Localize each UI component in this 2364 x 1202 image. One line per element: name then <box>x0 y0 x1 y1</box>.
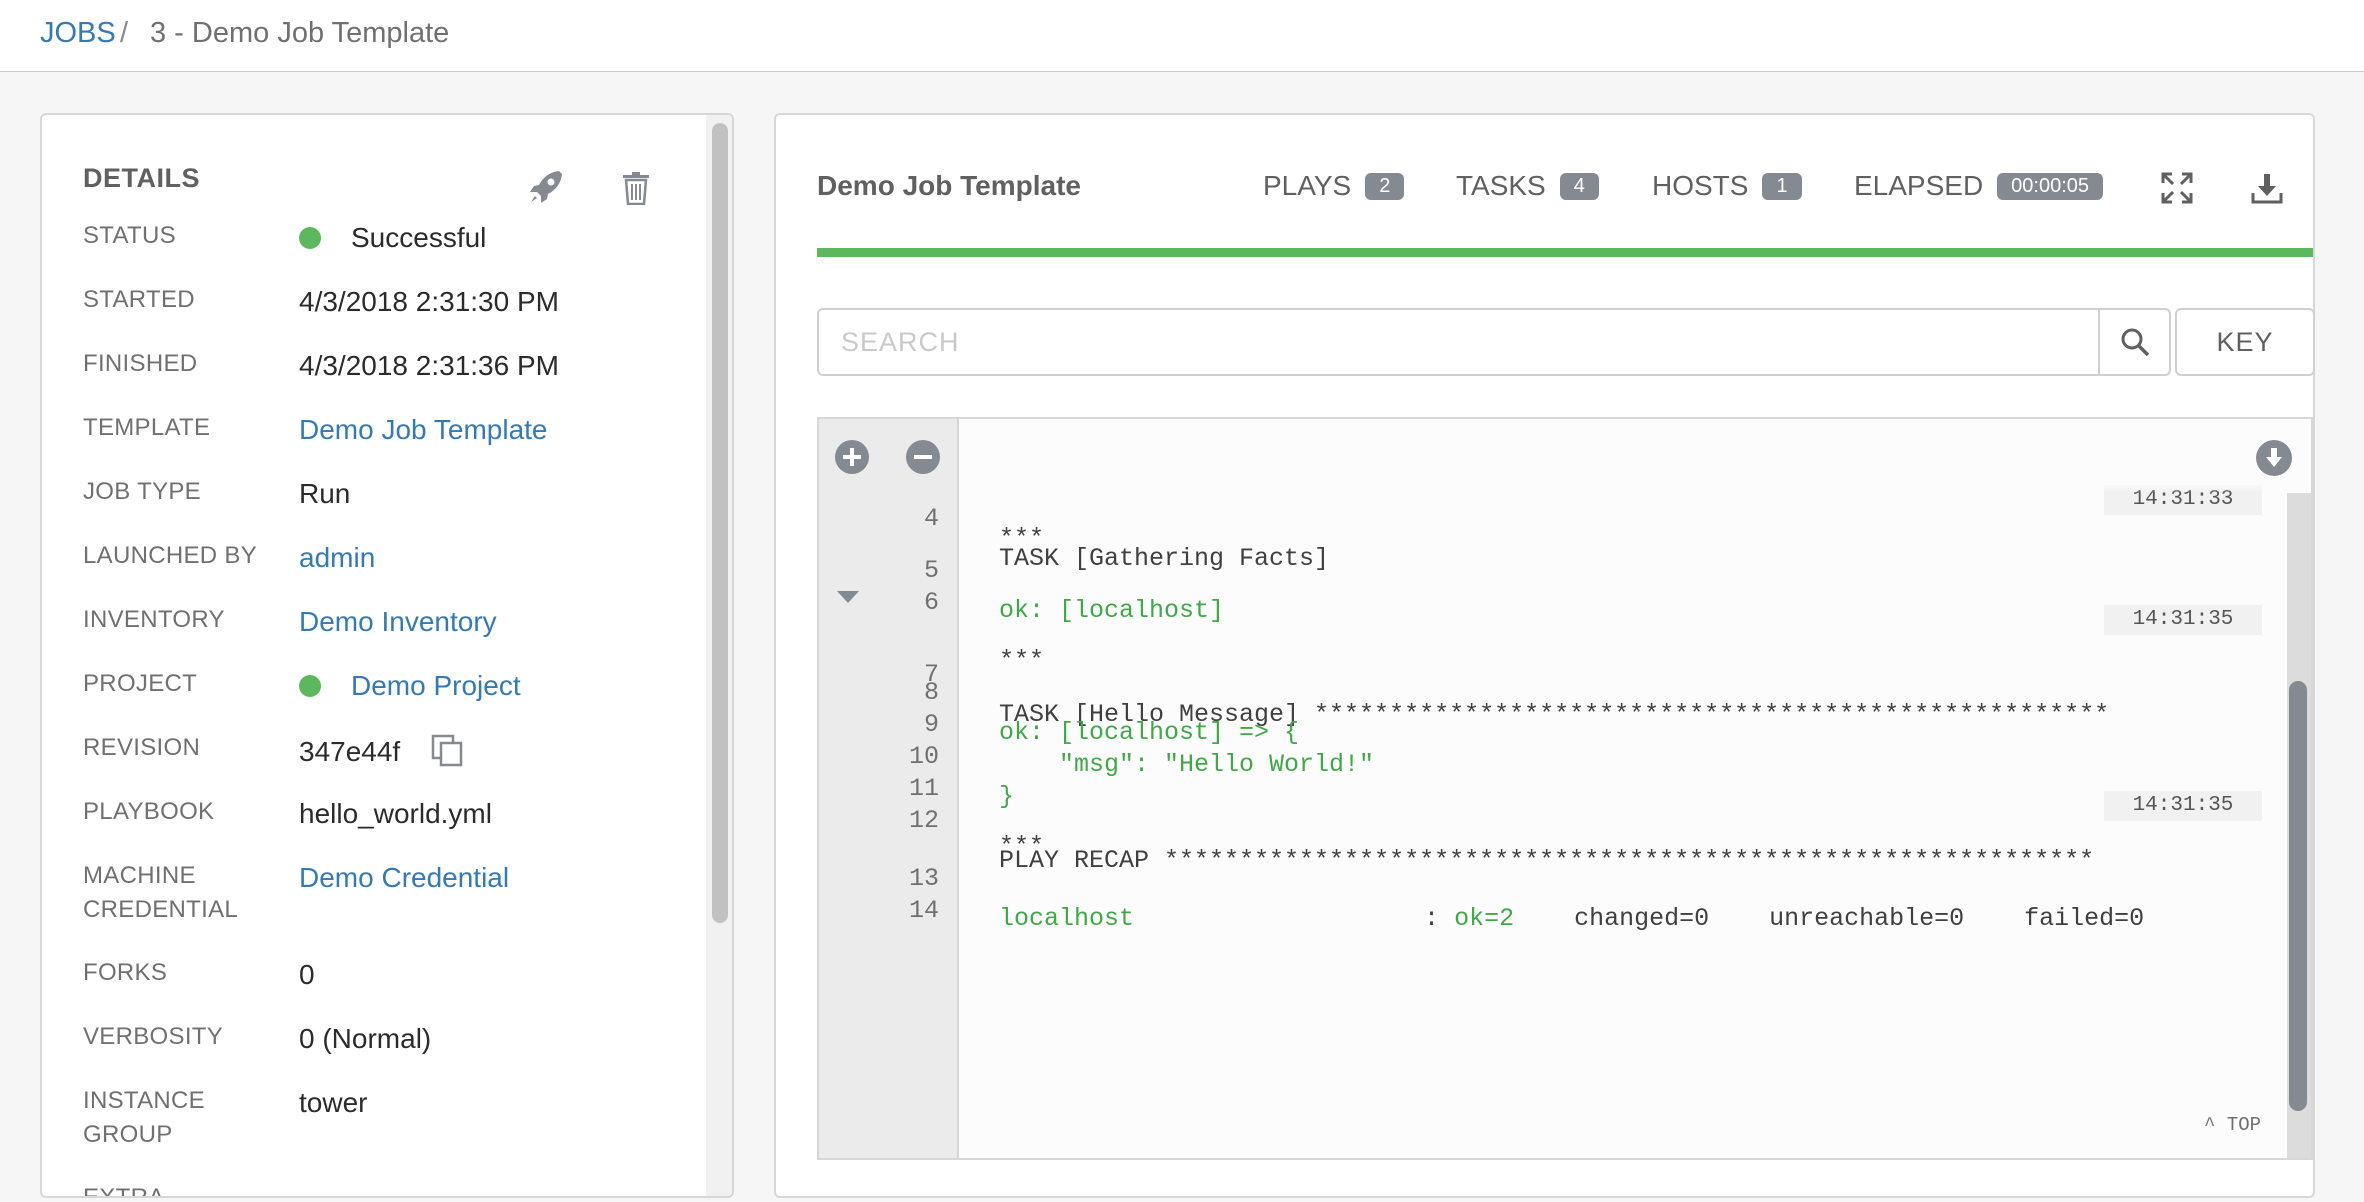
line-number: 14 <box>908 896 939 925</box>
status-text: Successful <box>351 222 487 253</box>
extra-variables-label: EXTRA VARIABLES <box>83 1184 164 1198</box>
job-output-log: 4 TASK [Gathering Facts] *** 14:31:33 5 … <box>817 417 2313 1160</box>
hosts-label: HOSTS <box>1652 170 1749 201</box>
template-label: TEMPLATE <box>83 414 211 441</box>
finished-label: FINISHED <box>83 350 198 377</box>
breadcrumb: JOBS / 3 - Demo Job Template <box>0 0 2364 72</box>
plays-stat: PLAYS 2 <box>1263 170 1405 202</box>
expand-all-icon[interactable] <box>835 440 869 474</box>
search-button[interactable] <box>2098 308 2171 376</box>
hosts-stat: HOSTS 1 <box>1652 170 1802 202</box>
scroll-to-top-link[interactable]: ^ TOP <box>2204 1114 2261 1136</box>
breadcrumb-current: 3 - Demo Job Template <box>150 17 450 49</box>
playbook-label: PLAYBOOK <box>83 798 215 825</box>
project-value: Demo Project <box>299 669 521 703</box>
delete-trash-icon[interactable] <box>620 171 652 205</box>
follow-output-icon[interactable] <box>2256 440 2292 476</box>
relaunch-rocket-icon[interactable] <box>526 167 566 207</box>
revision-value: 347e44f <box>299 733 464 769</box>
project-label: PROJECT <box>83 670 198 697</box>
status-success-icon <box>299 227 321 249</box>
verbosity-label: VERBOSITY <box>83 1023 224 1050</box>
log-header <box>819 419 2311 493</box>
inventory-label: INVENTORY <box>83 606 225 633</box>
job-progress-bar <box>817 248 2313 257</box>
log-line: 14 <box>819 851 2279 971</box>
tasks-stat: TASKS 4 <box>1456 170 1599 202</box>
line-timestamp: 14:31:35 <box>2104 605 2262 635</box>
download-icon[interactable] <box>2250 171 2284 205</box>
details-title: DETAILS <box>83 163 200 193</box>
details-scrollbar-thumb[interactable] <box>712 123 728 923</box>
plays-label: PLAYS <box>1263 170 1352 201</box>
line-timestamp: 14:31:35 <box>2104 791 2262 821</box>
project-link[interactable]: Demo Project <box>351 670 521 701</box>
search-input[interactable] <box>817 308 2100 376</box>
finished-value: 4/3/2018 2:31:36 PM <box>299 350 559 381</box>
verbosity-value: 0 (Normal) <box>299 1023 432 1054</box>
elapsed-stat: ELAPSED 00:00:05 <box>1854 170 2104 202</box>
plays-count-badge: 2 <box>1365 173 1405 200</box>
forks-value: 0 <box>299 959 315 990</box>
status-value: Successful <box>299 221 486 255</box>
tasks-label: TASKS <box>1456 170 1546 201</box>
instance-group-label: INSTANCE GROUP <box>83 1087 205 1148</box>
inventory-link[interactable]: Demo Inventory <box>299 605 497 639</box>
log-scrollbar-thumb[interactable] <box>2289 681 2307 1111</box>
output-title: Demo Job Template <box>817 170 1081 201</box>
breadcrumb-jobs-link[interactable]: JOBS <box>40 17 116 50</box>
started-value: 4/3/2018 2:31:30 PM <box>299 286 559 317</box>
launched-by-label: LAUNCHED BY <box>83 542 258 569</box>
playbook-value: hello_world.yml <box>299 798 492 829</box>
log-controls <box>819 419 959 493</box>
instance-group-value: tower <box>299 1087 368 1118</box>
hosts-count-badge: 1 <box>1762 173 1802 200</box>
collapse-all-icon[interactable] <box>906 440 940 474</box>
revision-text: 347e44f <box>299 736 401 767</box>
forks-label: FORKS <box>83 959 168 986</box>
arrow-down-icon <box>2266 448 2282 467</box>
output-panel: Demo Job Template PLAYS 2 TASKS 4 HOSTS 1 E… <box>774 113 2315 1198</box>
elapsed-label: ELAPSED <box>1854 170 1984 201</box>
job-type-value: Run <box>299 478 351 509</box>
breadcrumb-separator: / <box>120 17 129 49</box>
started-label: STARTED <box>83 286 195 313</box>
launched-by-link[interactable]: admin <box>299 541 375 575</box>
copy-icon[interactable] <box>430 733 464 767</box>
expand-fullscreen-icon[interactable] <box>2160 171 2194 205</box>
project-status-icon <box>299 675 321 697</box>
status-label: STATUS <box>83 222 176 249</box>
tasks-count-badge: 4 <box>1559 173 1599 200</box>
details-panel: DETAILS STATUS Successful STARTED 4/3/20… <box>40 113 734 1198</box>
machine-credential-link[interactable]: Demo Credential <box>299 861 509 895</box>
job-type-label: JOB TYPE <box>83 478 201 505</box>
revision-label: REVISION <box>83 734 201 761</box>
elapsed-time-badge: 00:00:05 <box>1997 173 2104 200</box>
key-button[interactable]: KEY <box>2175 308 2315 376</box>
search-icon <box>2121 328 2149 357</box>
machine-credential-label: MACHINE CREDENTIAL <box>83 862 239 923</box>
template-link[interactable]: Demo Job Template <box>299 413 548 447</box>
